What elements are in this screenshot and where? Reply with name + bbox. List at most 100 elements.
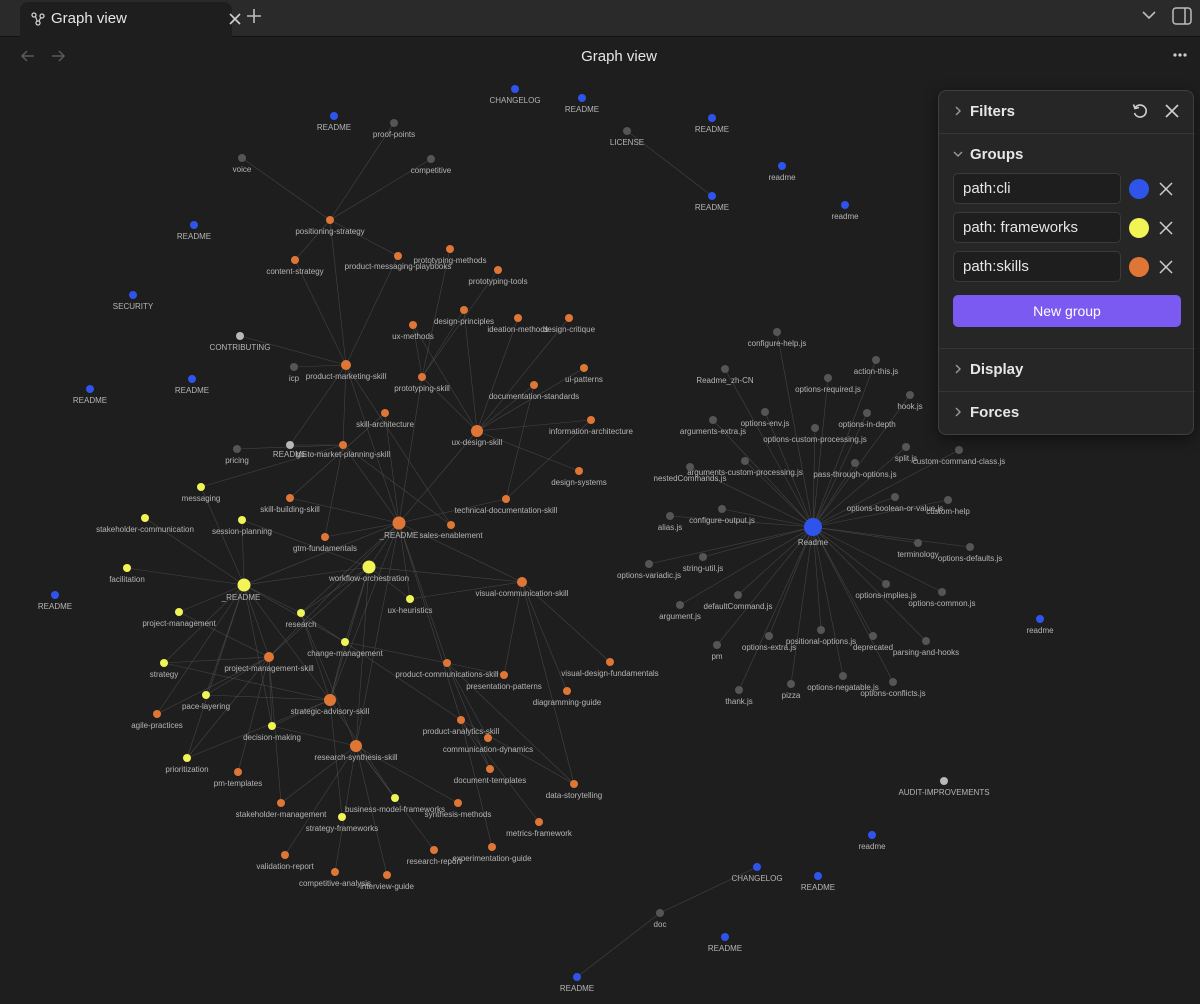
graph-node-dot[interactable] — [381, 409, 389, 417]
graph-node-dot[interactable] — [944, 496, 952, 504]
group-query-input[interactable] — [953, 251, 1121, 282]
graph-node-dot[interactable] — [471, 425, 483, 437]
graph-node-diagramming-guide[interactable]: diagramming-guide — [533, 687, 602, 707]
graph-node-dot[interactable] — [339, 441, 347, 449]
graph-node-audit[interactable]: AUDIT-IMPROVEMENTS — [898, 777, 990, 797]
graph-node-dot[interactable] — [804, 518, 822, 536]
graph-node-dot[interactable] — [623, 127, 631, 135]
graph-node-icp[interactable]: icp — [289, 363, 300, 383]
graph-node-alias[interactable]: alias.js — [658, 512, 682, 532]
graph-node-dot[interactable] — [383, 871, 391, 879]
graph-node-dot[interactable] — [753, 863, 761, 871]
graph-node-dot[interactable] — [514, 314, 522, 322]
graph-node-dot[interactable] — [188, 375, 196, 383]
graph-node-dot[interactable] — [51, 591, 59, 599]
graph-node-dot[interactable] — [391, 794, 399, 802]
filters-section-header[interactable]: Filters — [939, 91, 1195, 131]
graph-node-design-critique[interactable]: design-critique — [543, 314, 596, 334]
display-section-header[interactable]: Display — [939, 349, 1195, 389]
graph-node-options-variadic[interactable]: options-variadic.js — [617, 560, 681, 580]
graph-node-dot[interactable] — [868, 831, 876, 839]
graph-node-dot[interactable] — [409, 321, 417, 329]
graph-node-dot[interactable] — [141, 514, 149, 522]
graph-node-dot[interactable] — [454, 799, 462, 807]
graph-node-default-command[interactable]: defaultCommand.js — [704, 591, 773, 611]
graph-node-dot[interactable] — [484, 734, 492, 742]
graph-node-dot[interactable] — [443, 659, 451, 667]
reset-icon[interactable] — [1131, 102, 1149, 120]
graph-node-dot[interactable] — [1036, 615, 1044, 623]
graph-node-product-analytics-skill[interactable]: product-analytics-skill — [423, 716, 500, 736]
graph-node-dot[interactable] — [773, 328, 781, 336]
graph-node-parsing-and-hooks[interactable]: parsing-and-hooks — [893, 637, 959, 657]
graph-node-ux-methods[interactable]: ux-methods — [392, 321, 434, 341]
graph-node-dot[interactable] — [268, 722, 276, 730]
graph-node-dot[interactable] — [406, 595, 414, 603]
graph-node-ideation-methods[interactable]: ideation-methods — [487, 314, 549, 334]
tab-graph-view[interactable]: Graph view — [20, 2, 241, 37]
graph-node-dot[interactable] — [331, 868, 339, 876]
graph-node-communication-dynamics[interactable]: communication-dynamics — [443, 734, 533, 754]
group-query-input[interactable] — [953, 173, 1121, 204]
graph-node-dot[interactable] — [966, 543, 974, 551]
graph-node-dot[interactable] — [580, 364, 588, 372]
graph-node-readme-10[interactable]: README — [38, 591, 72, 611]
graph-node-doc[interactable]: doc — [654, 909, 667, 929]
graph-node-ux-heuristics[interactable]: ux-heuristics — [388, 595, 433, 615]
graph-node-dot[interactable] — [699, 553, 707, 561]
graph-node-options-defaults[interactable]: options-defaults.js — [938, 543, 1002, 563]
graph-node-pricing[interactable]: pricing — [225, 445, 249, 465]
graph-node-dot[interactable] — [686, 463, 694, 471]
graph-node-dot[interactable] — [938, 588, 946, 596]
graph-node-validation-report[interactable]: validation-report — [256, 851, 314, 871]
graph-node-dot[interactable] — [922, 637, 930, 645]
graph-node-dot[interactable] — [277, 799, 285, 807]
graph-node-skill-architecture[interactable]: skill-architecture — [356, 409, 414, 429]
graph-node-action-this[interactable]: action-this.js — [854, 356, 898, 376]
graph-node-product-communications-skill[interactable]: product-communications-skill — [395, 659, 499, 679]
graph-node-dot[interactable] — [183, 754, 191, 762]
sidebar-toggle-icon[interactable] — [1172, 7, 1192, 25]
graph-node-dot[interactable] — [587, 416, 595, 424]
graph-node-experimentation-guide[interactable]: experimentation-guide — [452, 843, 532, 863]
graph-node-dot[interactable] — [392, 516, 406, 530]
graph-node-facilitation[interactable]: facilitation — [109, 564, 145, 584]
graph-node-dot[interactable] — [839, 672, 847, 680]
graph-node-dot[interactable] — [606, 658, 614, 666]
graph-node-dot[interactable] — [236, 332, 244, 340]
graph-node-dot[interactable] — [765, 632, 773, 640]
graph-node-proof-points[interactable]: proof-points — [373, 119, 415, 139]
more-options-icon[interactable] — [1172, 50, 1188, 60]
graph-node-readme-3[interactable]: README — [695, 192, 729, 212]
graph-node-dot[interactable] — [500, 671, 508, 679]
graph-node-readme-11[interactable]: readme — [1026, 615, 1054, 635]
new-group-button[interactable]: New group — [953, 295, 1181, 327]
graph-node-go-to-market-planning-skill[interactable]: go-to-market-planning-skill — [296, 441, 390, 459]
graph-node-prototyping-methods[interactable]: prototyping-methods — [414, 245, 487, 265]
group-color-swatch[interactable] — [1129, 218, 1149, 238]
graph-node-arguments-extra[interactable]: arguments-extra.js — [680, 416, 746, 436]
graph-node-options-env[interactable]: options-env.js — [741, 408, 790, 428]
graph-node-dot[interactable] — [460, 306, 468, 314]
graph-node-dot[interactable] — [234, 768, 242, 776]
graph-node-dot[interactable] — [446, 245, 454, 253]
graph-node-dot[interactable] — [814, 872, 822, 880]
graph-node-dot[interactable] — [291, 256, 299, 264]
graph-node-dot[interactable] — [708, 114, 716, 122]
graph-node-dot[interactable] — [708, 192, 716, 200]
graph-node-dot[interactable] — [494, 266, 502, 274]
graph-node-dot[interactable] — [457, 716, 465, 724]
graph-node-dot[interactable] — [511, 85, 519, 93]
graph-node-research[interactable]: research — [285, 609, 317, 629]
graph-node-dot[interactable] — [721, 933, 729, 941]
graph-node-dot[interactable] — [872, 356, 880, 364]
remove-group-icon[interactable] — [1159, 221, 1173, 235]
graph-node-dot[interactable] — [129, 291, 137, 299]
graph-node-skill-building-skill[interactable]: skill-building-skill — [260, 494, 320, 514]
graph-node-document-templates[interactable]: document-templates — [454, 765, 526, 785]
graph-node-dot[interactable] — [817, 626, 825, 634]
close-icon[interactable] — [227, 11, 243, 27]
groups-section-header[interactable]: Groups — [939, 134, 1195, 174]
graph-node-readme-zh-cn[interactable]: Readme_zh-CN — [696, 365, 754, 385]
graph-node-dot[interactable] — [321, 533, 329, 541]
